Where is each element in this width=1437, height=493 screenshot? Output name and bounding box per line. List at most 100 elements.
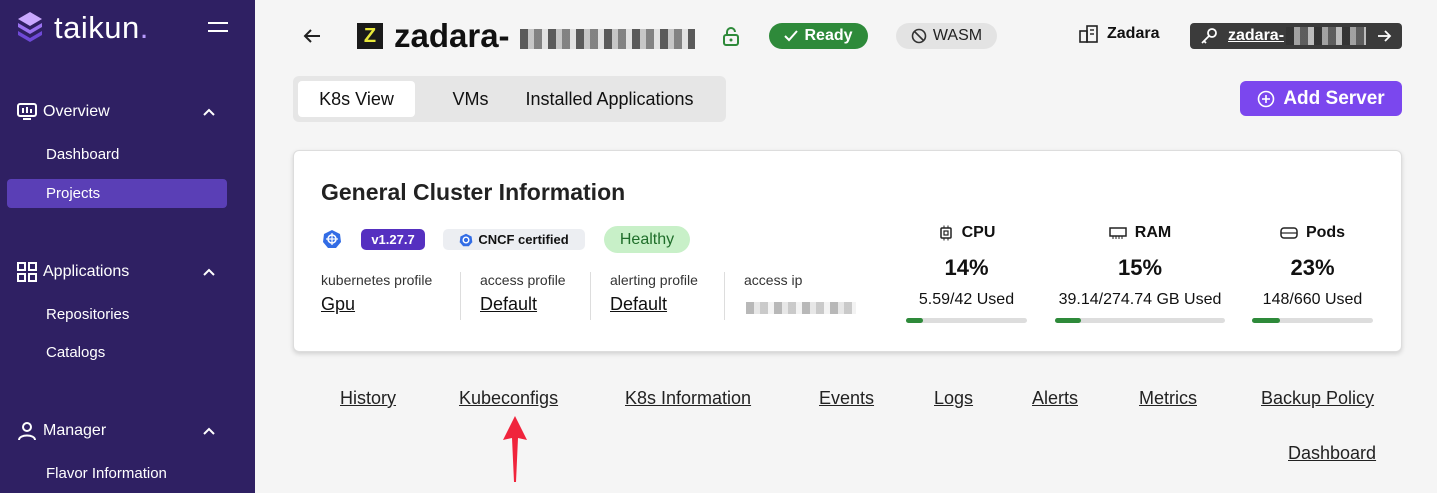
link-kubeconfigs[interactable]: Kubeconfigs: [459, 388, 558, 409]
plus-circle-icon: [1258, 90, 1275, 107]
profile-link[interactable]: Default: [480, 294, 566, 315]
chevron-up-icon[interactable]: [202, 265, 216, 279]
metric-name: CPU: [961, 224, 996, 241]
nav-section-applications[interactable]: Applications: [0, 257, 255, 287]
profile-label: access ip: [744, 272, 803, 288]
redacted-area: [520, 29, 695, 49]
organization-name: Zadara: [1107, 25, 1160, 42]
metric-cpu: CPU 14% 5.59/42 Used: [906, 224, 1027, 309]
unlocked-icon[interactable]: [722, 26, 740, 46]
chevron-up-icon[interactable]: [202, 424, 216, 438]
metric-pods: Pods 23% 148/660 Used: [1252, 224, 1373, 309]
brand-dot: .: [139, 10, 149, 45]
link-logs[interactable]: Logs: [934, 388, 973, 409]
key-icon: [1201, 28, 1217, 44]
divider: [460, 272, 461, 320]
user-menu[interactable]: zadara-: [1190, 23, 1402, 49]
access-profile: access profile Default: [480, 272, 566, 320]
metric-ram: RAM 15% 39.14/274.74 GB Used: [1055, 224, 1225, 309]
version-badge: v1.27.7: [361, 229, 425, 250]
sidebar: taikun. Overview Dashboard Projects Appl…: [0, 0, 255, 493]
monitor-icon: [16, 101, 38, 123]
project-logo-letter: Z: [363, 24, 377, 47]
profile-link[interactable]: Default: [610, 294, 698, 315]
brand-name: taikun: [54, 10, 140, 45]
sidebar-item-dashboard[interactable]: Dashboard: [7, 140, 227, 169]
kubernetes-icon: [323, 230, 341, 248]
tab-k8s-view[interactable]: K8s View: [298, 81, 415, 117]
link-history[interactable]: History: [340, 388, 396, 409]
profile-link[interactable]: Gpu: [321, 294, 432, 315]
back-arrow-icon[interactable]: [302, 26, 322, 46]
apps-grid-icon: [16, 261, 38, 283]
arrow-right-icon[interactable]: [1376, 28, 1392, 44]
health-badge: Healthy: [604, 226, 690, 253]
add-server-label: Add Server: [1283, 87, 1385, 109]
progress-fill: [906, 318, 923, 323]
metric-percent: 15%: [1117, 255, 1163, 280]
metric-name: Pods: [1305, 224, 1346, 241]
profile-label: access profile: [480, 272, 566, 288]
building-icon: [1079, 25, 1098, 43]
metric-percent: 23%: [1290, 255, 1335, 280]
divider: [590, 272, 591, 320]
block-icon: [911, 28, 927, 44]
pods-progress-bar: [1252, 318, 1373, 323]
chevron-up-icon[interactable]: [202, 105, 216, 119]
taikun-logo-icon: [18, 12, 42, 42]
menu-toggle-icon[interactable]: [208, 22, 228, 32]
link-alerts[interactable]: Alerts: [1032, 388, 1078, 409]
user-name: zadara-: [1228, 27, 1285, 44]
alerting-profile: alerting profile Default: [610, 272, 698, 320]
profile-label: kubernetes profile: [321, 272, 433, 288]
profile-label: alerting profile: [610, 272, 698, 288]
annotation-arrow-icon: [503, 416, 527, 482]
progress-fill: [1252, 318, 1280, 323]
status-badge: Ready: [769, 23, 868, 49]
kubernetes-icon: [460, 233, 473, 246]
nav-section-label: Manager: [43, 422, 107, 439]
metric-used: 148/660 Used: [1262, 291, 1363, 308]
nav-section-label: Applications: [43, 263, 130, 280]
project-logo: Z: [357, 23, 383, 49]
wasm-badge: WASM: [896, 23, 997, 49]
metric-used: 5.59/42 Used: [918, 291, 1015, 308]
ram-progress-bar: [1055, 318, 1225, 323]
nav-section-overview[interactable]: Overview: [0, 97, 255, 127]
sidebar-item-flavor-information[interactable]: Flavor Information: [7, 459, 227, 488]
metric-percent: 14%: [944, 255, 989, 280]
view-tabs: K8s View VMs Installed Applications: [293, 76, 726, 122]
link-k8s-information[interactable]: K8s Information: [625, 388, 751, 409]
card-title: General Cluster Information: [321, 179, 626, 205]
brand[interactable]: taikun.: [12, 10, 149, 46]
add-server-button[interactable]: Add Server: [1240, 81, 1402, 116]
nav-section-label: Overview: [43, 103, 110, 120]
nav-section-manager[interactable]: Manager: [0, 416, 255, 446]
wasm-text: WASM: [932, 27, 983, 44]
metric-name: RAM: [1134, 224, 1172, 241]
pods-icon: [1280, 227, 1298, 239]
divider: [724, 272, 725, 320]
ram-icon: [1109, 227, 1127, 239]
cpu-progress-bar: [906, 318, 1027, 323]
metric-used: 39.14/274.74 GB Used: [1058, 291, 1222, 308]
link-metrics[interactable]: Metrics: [1139, 388, 1197, 409]
link-dashboard[interactable]: Dashboard: [1288, 443, 1376, 464]
sidebar-item-catalogs[interactable]: Catalogs: [7, 338, 227, 367]
progress-fill: [1055, 318, 1081, 323]
tab-vms[interactable]: VMs: [423, 81, 518, 117]
kubernetes-profile: kubernetes profile Gpu: [321, 272, 432, 320]
cncf-text: CNCF certified: [478, 232, 569, 247]
link-events[interactable]: Events: [819, 388, 874, 409]
sidebar-item-projects[interactable]: Projects: [7, 179, 227, 208]
cncf-badge: CNCF certified: [443, 229, 585, 250]
tab-installed-applications[interactable]: Installed Applications: [508, 81, 711, 117]
redacted-area: [746, 302, 856, 314]
project-title: zadara-: [394, 17, 510, 54]
organization[interactable]: Zadara: [1079, 25, 1159, 43]
cpu-icon: [939, 225, 952, 241]
link-backup-policy[interactable]: Backup Policy: [1261, 388, 1374, 409]
redacted-area: [1286, 27, 1366, 45]
user-icon: [16, 420, 38, 442]
sidebar-item-repositories[interactable]: Repositories: [7, 300, 227, 329]
